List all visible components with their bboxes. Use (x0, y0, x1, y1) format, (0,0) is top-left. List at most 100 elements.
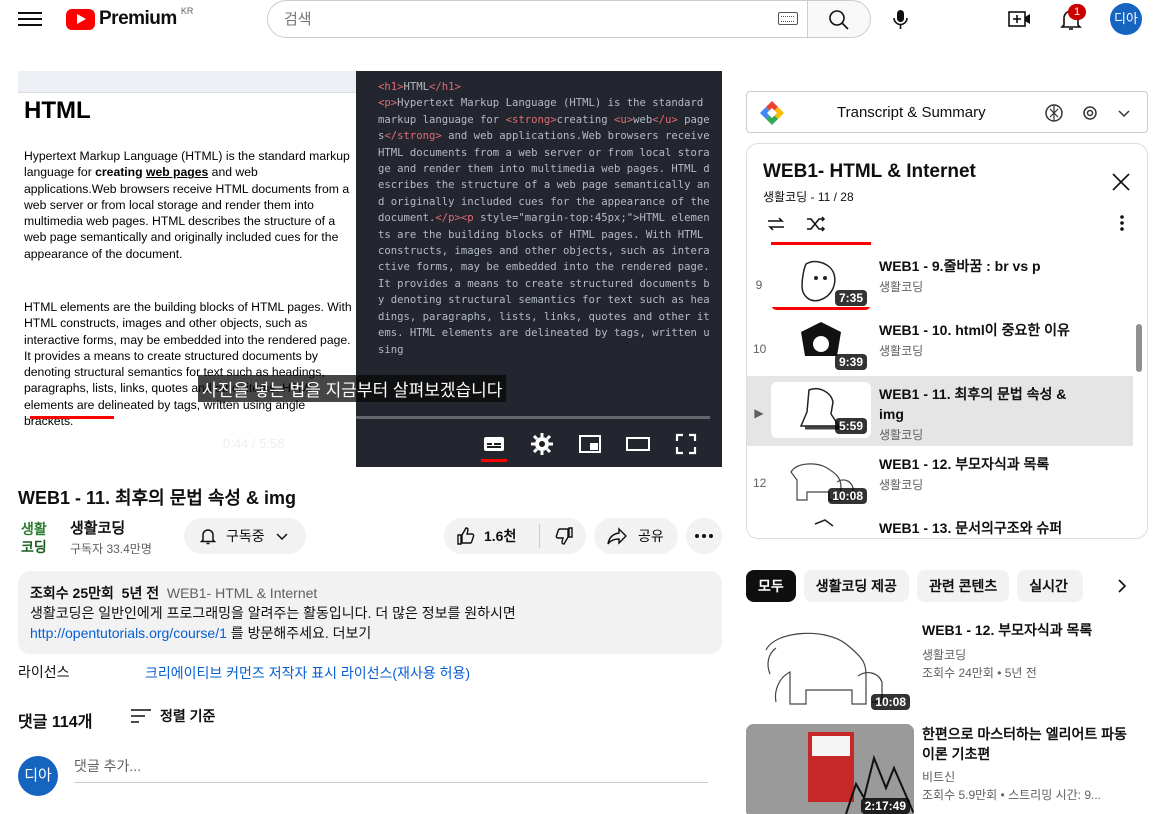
playlist-item[interactable]: 9 7:35 WEB1 - 9.줄바꿈 : br vs p 생활코딩 (747, 248, 1133, 312)
youtube-play-icon (66, 8, 95, 30)
playlist-item-thumbnail: 10:08 (771, 452, 871, 508)
recommended-video[interactable]: 2:17:49 한편으로 마스터하는 엘리어트 파동이론 기초편 비트신 조회수… (746, 724, 1148, 814)
progress-bar[interactable] (30, 416, 710, 419)
chip-all[interactable]: 모두 (746, 570, 796, 602)
playlist-item[interactable]: 10 9:39 WEB1 - 10. html이 중요한 이유 생활코딩 (747, 312, 1133, 376)
shuffle-icon[interactable] (805, 214, 827, 234)
search-box (267, 0, 807, 38)
like-button[interactable]: 1.6천 (444, 524, 540, 548)
recommended-thumbnail: 2:17:49 (746, 724, 914, 814)
course-link[interactable]: http://opentutorials.org/course/1 (30, 625, 227, 641)
duration-label: 5:59 (834, 418, 867, 434)
share-icon (607, 527, 627, 545)
transcript-label: Transcript & Summary (837, 104, 986, 121)
search-icon (829, 10, 849, 30)
subscriber-count: 구독자 33.4만명 (70, 542, 152, 556)
play-icon[interactable] (90, 432, 114, 456)
code-text: <h1>HTML</h1> <p>Hypertext Markup Langua… (378, 79, 714, 358)
menu-button[interactable] (18, 8, 42, 30)
playlist-item-index: 12 (753, 476, 767, 490)
code-content: and web applications.Web browsers receiv… (378, 130, 717, 225)
playlist-link[interactable]: WEB1- HTML & Internet (167, 585, 317, 601)
filter-chips: 모두 생활코딩 제공 관련 콘텐츠 실시간 (746, 570, 1084, 602)
chevron-down-icon (276, 533, 288, 541)
settings-icon[interactable] (530, 432, 554, 456)
chip-related[interactable]: 관련 콘텐츠 (916, 570, 1010, 602)
theater-mode-icon[interactable] (626, 432, 650, 456)
code-tag: <h1> (378, 81, 404, 93)
recommended-video[interactable]: 10:08 WEB1 - 12. 부모자식과 목록 생활코딩 조회수 24만회 … (746, 620, 1148, 714)
volume-icon[interactable] (181, 432, 205, 456)
account-avatar[interactable]: 디아 (1110, 3, 1142, 35)
add-comment-input[interactable]: 댓글 추가... (74, 756, 708, 783)
chip-live[interactable]: 실시간 (1017, 570, 1084, 602)
gear-icon[interactable] (1079, 102, 1101, 124)
thumbs-down-icon (555, 527, 573, 545)
doc-text: and web applications.Web browsers receiv… (24, 165, 350, 261)
loop-icon[interactable] (765, 214, 787, 234)
license-link[interactable]: 크리에이티브 커먼즈 저작자 표시 라이선스(재사용 허용) (145, 663, 470, 683)
playlist-item[interactable]: 12 10:08 WEB1 - 12. 부모자식과 목록 생활코딩 (747, 446, 1133, 510)
miniplayer-icon[interactable] (578, 432, 602, 456)
code-tag: <p> (378, 97, 398, 110)
close-icon[interactable] (1111, 172, 1131, 192)
playlist-item-thumbnail: 7:35 (771, 254, 871, 310)
previous-icon[interactable] (44, 432, 68, 456)
duration-label: 10:08 (828, 488, 867, 504)
share-label: 공유 (638, 528, 664, 544)
code-content: style="margin-top:45px;">HTML elements a… (378, 212, 717, 356)
openai-icon[interactable] (1043, 102, 1065, 124)
code-tag: </u> (652, 113, 678, 126)
playlist-item-title: WEB1 - 9.줄바꿈 : br vs p (879, 258, 1041, 274)
more-actions-button[interactable] (686, 518, 722, 554)
now-playing-icon: ▶ (754, 406, 764, 420)
playlist-item-current[interactable]: ▶ 5:59 WEB1 - 11. 최후의 문법 속성 & img 생활코딩 (747, 376, 1133, 446)
fullscreen-icon[interactable] (674, 432, 698, 456)
video-player[interactable]: HTML Hypertext Markup Language (HTML) is… (18, 71, 722, 467)
recommended-channel: 비트신 (922, 770, 956, 784)
subtitles-icon[interactable] (482, 432, 506, 456)
video-frame-editor: <h1>HTML</h1> <p>Hypertext Markup Langua… (356, 71, 722, 467)
playlist-item[interactable]: 13 WEB1 - 13. 문서의구조와 슈퍼 (747, 510, 1133, 538)
caption-text: 사진을 넣는 법을 지금부터 살펴보겠습니다 (198, 375, 507, 402)
like-count: 1.6천 (484, 528, 517, 544)
subscribed-button[interactable]: 구독중 (184, 518, 306, 554)
search-button[interactable] (807, 0, 871, 38)
channel-name[interactable]: 생활코딩 (70, 517, 125, 538)
keyboard-icon[interactable] (778, 12, 798, 25)
extension-logo-icon (760, 101, 784, 125)
watched-progress (771, 242, 871, 245)
create-button[interactable] (1007, 6, 1033, 32)
more-vertical-icon[interactable] (1119, 214, 1125, 232)
playlist-item-channel: 생활코딩 (879, 344, 924, 358)
chevron-down-icon[interactable] (1117, 106, 1131, 120)
browser-chrome (18, 71, 356, 93)
description-box[interactable]: 조회수 25만회 5년 전 WEB1- HTML & Internet 생활코딩… (18, 571, 722, 654)
transcript-summary-extension[interactable]: Transcript & Summary (746, 91, 1148, 133)
channel-avatar[interactable]: 생활 코딩 (18, 516, 58, 556)
doc-paragraph-2: HTML elements are the building blocks of… (24, 300, 352, 429)
playlist-scrollbar[interactable] (1136, 324, 1142, 372)
code-tag: <strong> (505, 113, 557, 126)
playlist-item-channel: 생활코딩 (879, 478, 924, 492)
dislike-button[interactable] (540, 526, 574, 546)
playlist-title[interactable]: WEB1- HTML & Internet (763, 161, 976, 183)
chevron-right-icon[interactable] (1112, 576, 1132, 596)
voice-search-button[interactable] (886, 4, 916, 34)
description-rest: 를 방문해주세요. 더보기 (226, 625, 372, 641)
playlist-item-title: WEB1 - 12. 부모자식과 목록 (879, 456, 1050, 472)
youtube-premium-logo[interactable]: Premium KR (66, 6, 193, 30)
search-input[interactable] (284, 10, 764, 28)
sort-button[interactable]: 정렬 기준 (130, 706, 215, 726)
next-icon[interactable] (134, 432, 158, 456)
share-button[interactable]: 공유 (594, 518, 678, 554)
playlist-item-title: WEB1 - 11. 최후의 문법 속성 & img (879, 386, 1067, 422)
playlist-item-title: WEB1 - 10. html이 중요한 이유 (879, 322, 1070, 338)
playlist-item-thumbnail: 5:59 (771, 382, 871, 438)
duration-label: 10:08 (871, 694, 910, 710)
playlist-item-thumbnail (771, 516, 871, 538)
player-controls: 0:44 / 5:58 (18, 421, 722, 467)
description-line: 생활코딩은 일반인에게 프로그래밍을 알려주는 활동입니다. 더 많은 정보를 … (30, 605, 516, 621)
thumbs-up-icon (457, 527, 475, 545)
chip-from-channel[interactable]: 생활코딩 제공 (803, 570, 909, 602)
